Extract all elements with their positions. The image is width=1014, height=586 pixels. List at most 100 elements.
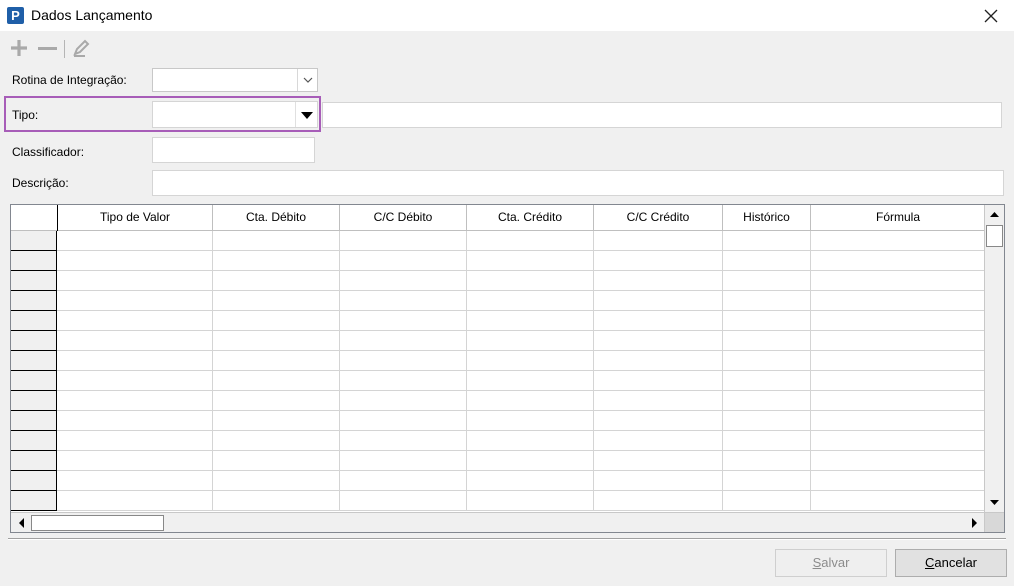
cancel-button[interactable]: Cancelar xyxy=(895,549,1007,577)
table-cell[interactable] xyxy=(213,291,340,311)
row-indicator[interactable] xyxy=(11,491,57,511)
table-cell[interactable] xyxy=(340,391,467,411)
table-cell[interactable] xyxy=(340,431,467,451)
table-cell[interactable] xyxy=(723,451,811,471)
table-cell[interactable] xyxy=(723,411,811,431)
table-cell[interactable] xyxy=(594,451,723,471)
table-cell[interactable] xyxy=(340,451,467,471)
edit-button[interactable] xyxy=(70,38,92,58)
table-cell[interactable] xyxy=(811,351,985,371)
table-cell[interactable] xyxy=(467,491,594,511)
table-cell[interactable] xyxy=(467,311,594,331)
table-cell[interactable] xyxy=(213,271,340,291)
table-cell[interactable] xyxy=(723,371,811,391)
save-button[interactable]: Salvar xyxy=(775,549,887,577)
table-cell[interactable] xyxy=(467,271,594,291)
table-cell[interactable] xyxy=(467,251,594,271)
classificador-input[interactable] xyxy=(152,137,315,163)
table-cell[interactable] xyxy=(723,491,811,511)
row-indicator[interactable] xyxy=(11,371,57,391)
horizontal-scroll-thumb[interactable] xyxy=(31,515,164,531)
tipo-select[interactable] xyxy=(152,101,318,128)
table-cell[interactable] xyxy=(811,491,985,511)
table-cell[interactable] xyxy=(467,351,594,371)
row-indicator[interactable] xyxy=(11,271,57,291)
remove-button[interactable] xyxy=(36,38,58,58)
table-cell[interactable] xyxy=(467,451,594,471)
table-cell[interactable] xyxy=(340,411,467,431)
table-cell[interactable] xyxy=(213,451,340,471)
table-cell[interactable] xyxy=(594,371,723,391)
table-cell[interactable] xyxy=(58,331,213,351)
column-header-formula[interactable]: Fórmula xyxy=(811,205,985,231)
table-cell[interactable] xyxy=(340,231,467,251)
table-cell[interactable] xyxy=(594,431,723,451)
scroll-down-button[interactable] xyxy=(985,493,1004,511)
table-cell[interactable] xyxy=(467,391,594,411)
table-cell[interactable] xyxy=(723,391,811,411)
table-cell[interactable] xyxy=(58,311,213,331)
table-cell[interactable] xyxy=(723,231,811,251)
table-cell[interactable] xyxy=(58,471,213,491)
table-cell[interactable] xyxy=(467,291,594,311)
row-indicator[interactable] xyxy=(11,411,57,431)
table-cell[interactable] xyxy=(811,431,985,451)
row-indicator[interactable] xyxy=(11,351,57,371)
row-indicator[interactable] xyxy=(11,291,57,311)
table-cell[interactable] xyxy=(340,271,467,291)
table-cell[interactable] xyxy=(594,471,723,491)
table-cell[interactable] xyxy=(811,451,985,471)
table-cell[interactable] xyxy=(213,351,340,371)
table-row[interactable] xyxy=(11,431,985,451)
rotina-select[interactable] xyxy=(152,68,318,92)
table-cell[interactable] xyxy=(58,451,213,471)
table-cell[interactable] xyxy=(340,331,467,351)
table-cell[interactable] xyxy=(213,251,340,271)
table-cell[interactable] xyxy=(58,291,213,311)
table-row[interactable] xyxy=(11,471,985,491)
scroll-up-button[interactable] xyxy=(985,206,1004,224)
table-cell[interactable] xyxy=(811,231,985,251)
table-cell[interactable] xyxy=(723,331,811,351)
table-cell[interactable] xyxy=(58,371,213,391)
table-row[interactable] xyxy=(11,231,985,251)
row-indicator[interactable] xyxy=(11,451,57,471)
row-indicator[interactable] xyxy=(11,431,57,451)
table-row[interactable] xyxy=(11,251,985,271)
table-cell[interactable] xyxy=(213,431,340,451)
column-header-cc-credito[interactable]: C/C Crédito xyxy=(594,205,723,231)
descricao-input[interactable] xyxy=(152,170,1004,196)
table-cell[interactable] xyxy=(811,251,985,271)
table-cell[interactable] xyxy=(58,251,213,271)
table-cell[interactable] xyxy=(723,351,811,371)
column-header-cta-debito[interactable]: Cta. Débito xyxy=(213,205,340,231)
table-cell[interactable] xyxy=(213,231,340,251)
table-cell[interactable] xyxy=(213,491,340,511)
table-cell[interactable] xyxy=(467,371,594,391)
table-cell[interactable] xyxy=(213,311,340,331)
row-indicator[interactable] xyxy=(11,471,57,491)
table-cell[interactable] xyxy=(58,271,213,291)
column-header-tipo-valor[interactable]: Tipo de Valor xyxy=(58,205,213,231)
table-cell[interactable] xyxy=(811,311,985,331)
table-cell[interactable] xyxy=(467,231,594,251)
row-indicator[interactable] xyxy=(11,231,57,251)
table-cell[interactable] xyxy=(467,411,594,431)
table-cell[interactable] xyxy=(467,471,594,491)
table-cell[interactable] xyxy=(594,351,723,371)
column-header-cta-credito[interactable]: Cta. Crédito xyxy=(467,205,594,231)
table-cell[interactable] xyxy=(340,471,467,491)
table-cell[interactable] xyxy=(723,431,811,451)
table-row[interactable] xyxy=(11,411,985,431)
scroll-left-button[interactable] xyxy=(13,514,31,532)
table-cell[interactable] xyxy=(811,391,985,411)
horizontal-scrollbar[interactable] xyxy=(11,512,985,532)
table-cell[interactable] xyxy=(723,291,811,311)
table-cell[interactable] xyxy=(340,311,467,331)
table-cell[interactable] xyxy=(811,471,985,491)
table-cell[interactable] xyxy=(213,411,340,431)
column-header-cc-debito[interactable]: C/C Débito xyxy=(340,205,467,231)
close-button[interactable] xyxy=(968,0,1014,31)
table-cell[interactable] xyxy=(213,371,340,391)
table-cell[interactable] xyxy=(594,231,723,251)
